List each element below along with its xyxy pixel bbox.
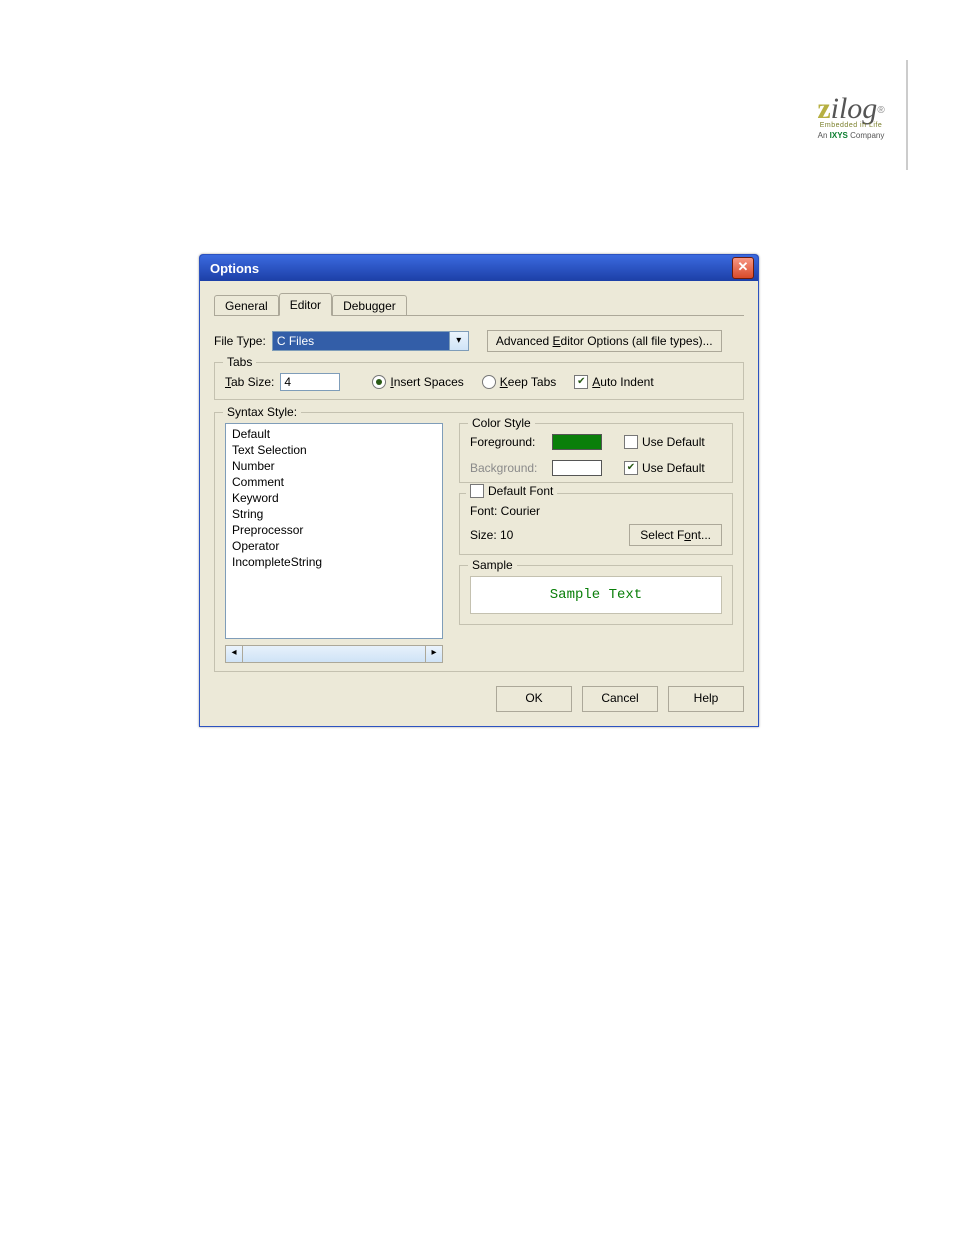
tab-size-input[interactable] (280, 373, 340, 391)
syntax-style-groupbox: Syntax Style: Default Text Selection Num… (214, 412, 744, 672)
foreground-label: Foreground: (470, 435, 546, 449)
scroll-right-icon[interactable]: ▸ (425, 645, 443, 663)
tab-general[interactable]: General (214, 295, 279, 315)
background-label: Background: (470, 461, 546, 475)
radio-icon (482, 375, 496, 389)
syntax-left: Default Text Selection Number Comment Ke… (225, 423, 443, 663)
keep-tabs-radio[interactable]: Keep Tabs (482, 375, 557, 389)
font-name-label: Font: Courier (470, 504, 540, 518)
checkbox-icon (470, 484, 484, 498)
color-style-groupbox: Color Style Foreground: Use Default (459, 423, 733, 483)
list-item[interactable]: Comment (226, 474, 442, 490)
syntax-listbox[interactable]: Default Text Selection Number Comment Ke… (225, 423, 443, 639)
color-style-title: Color Style (468, 416, 535, 430)
list-item[interactable]: String (226, 506, 442, 522)
logo-ilog: ilog (831, 92, 878, 125)
tab-row: General Editor Debugger (214, 293, 744, 316)
logo-ixys: IXYS (830, 131, 848, 140)
auto-indent-label: Auto Indent (592, 375, 653, 389)
titlebar[interactable]: Options ✕ (200, 255, 758, 281)
font-size-label: Size: 10 (470, 528, 513, 542)
fg-use-default-label: Use Default (642, 435, 705, 449)
tab-editor[interactable]: Editor (279, 293, 332, 316)
logo-sub-suffix: Company (848, 131, 884, 140)
list-item[interactable]: Number (226, 458, 442, 474)
advanced-editor-options-button[interactable]: Advanced Editor Options (all file types)… (487, 330, 722, 352)
sample-text: Sample Text (550, 587, 642, 603)
auto-indent-checkbox[interactable]: ✔ Auto Indent (574, 375, 653, 389)
file-type-label: File Type: (214, 334, 266, 348)
foreground-swatch[interactable] (552, 434, 602, 450)
list-item[interactable]: Default (226, 426, 442, 442)
logo-registered: ® (877, 105, 884, 116)
insert-spaces-radio[interactable]: Insert Spaces (372, 375, 463, 389)
fg-use-default-checkbox[interactable]: Use Default (624, 435, 705, 449)
logo-z: z (817, 92, 830, 125)
select-font-button[interactable]: Select Font... (629, 524, 722, 546)
file-type-row: File Type: C Files ▾ Advanced Editor Opt… (214, 330, 744, 352)
file-type-selected: C Files (273, 332, 449, 350)
checkbox-icon: ✔ (624, 461, 638, 475)
logo-sub-prefix: An (818, 131, 830, 140)
default-font-groupbox: Default Font Font: Courier Size: 10 Sele… (459, 493, 733, 555)
list-item[interactable]: Operator (226, 538, 442, 554)
keep-tabs-label: Keep Tabs (500, 375, 557, 389)
close-button[interactable]: ✕ (732, 257, 754, 279)
list-item[interactable]: IncompleteString (226, 554, 442, 570)
dialog-body: General Editor Debugger File Type: C Fil… (200, 281, 758, 726)
insert-spaces-label: Insert Spaces (390, 375, 463, 389)
list-item[interactable]: Text Selection (226, 442, 442, 458)
chevron-down-icon[interactable]: ▾ (449, 332, 468, 350)
tabs-group-title: Tabs (223, 355, 256, 369)
bg-use-default-label: Use Default (642, 461, 705, 475)
dialog-button-row: OK Cancel Help (214, 686, 744, 712)
tab-debugger[interactable]: Debugger (332, 295, 407, 315)
logo-subline: An IXYS Company (796, 131, 906, 140)
tab-size-label: Tab Size: (225, 375, 274, 389)
syntax-right: Color Style Foreground: Use Default (459, 423, 733, 663)
dialog-title: Options (210, 261, 259, 276)
scroll-left-icon[interactable]: ◂ (225, 645, 243, 663)
list-item[interactable]: Preprocessor (226, 522, 442, 538)
list-item[interactable]: Keyword (226, 490, 442, 506)
background-swatch (552, 460, 602, 476)
help-button[interactable]: Help (668, 686, 744, 712)
logo-tagline: Embedded in Life (796, 122, 906, 129)
options-dialog: Options ✕ General Editor Debugger File T… (199, 254, 759, 727)
sample-inner: Sample Text (470, 576, 722, 614)
scroll-track[interactable] (243, 645, 425, 663)
checkbox-icon: ✔ (574, 375, 588, 389)
bg-use-default-checkbox[interactable]: ✔ Use Default (624, 461, 705, 475)
radio-icon (372, 375, 386, 389)
syntax-style-title: Syntax Style: (223, 405, 301, 419)
ok-button[interactable]: OK (496, 686, 572, 712)
vertical-rule (906, 60, 908, 170)
default-font-label: Default Font (488, 484, 553, 498)
sample-groupbox: Sample Sample Text (459, 565, 733, 625)
horizontal-scrollbar[interactable]: ◂ ▸ (225, 645, 443, 663)
zilog-logo: zilog® Embedded in Life An IXYS Company (796, 92, 906, 140)
default-font-title-checkbox[interactable]: Default Font (466, 484, 557, 498)
sample-title: Sample (468, 558, 517, 572)
checkbox-icon (624, 435, 638, 449)
tabs-groupbox: Tabs Tab Size: Insert Spaces Keep Tabs (214, 362, 744, 400)
cancel-button[interactable]: Cancel (582, 686, 658, 712)
file-type-dropdown[interactable]: C Files ▾ (272, 331, 469, 351)
